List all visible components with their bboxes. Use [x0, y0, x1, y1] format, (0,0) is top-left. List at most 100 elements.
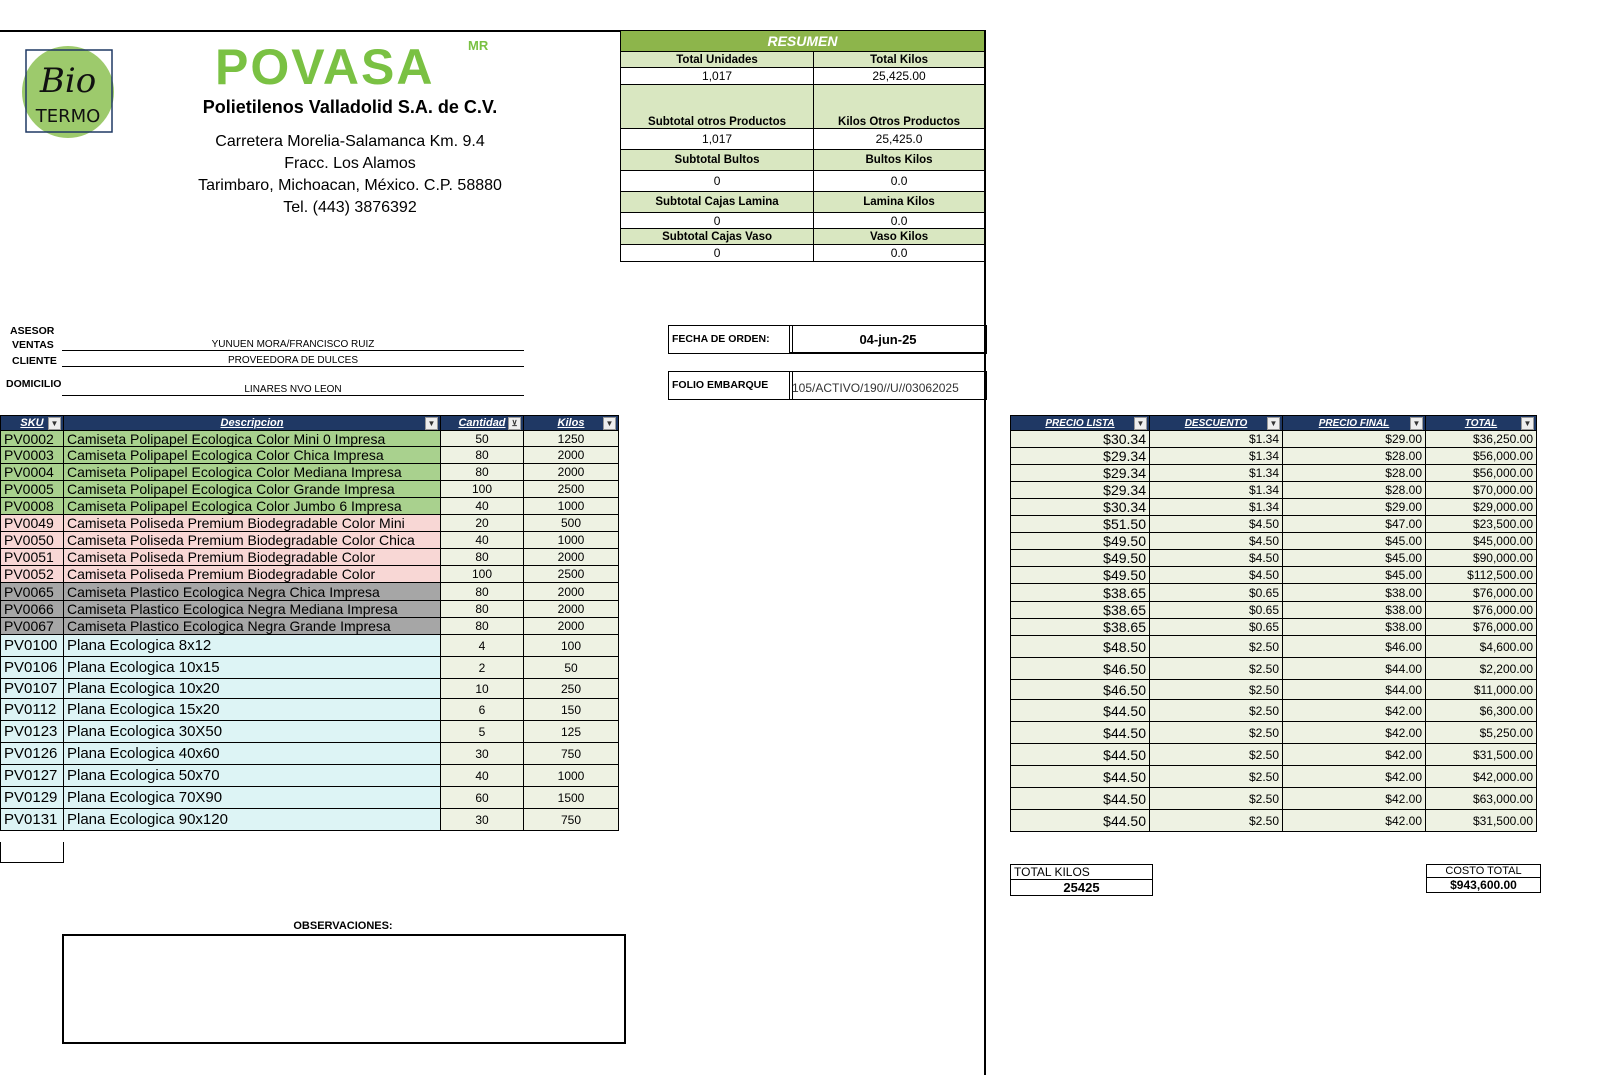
- description-cell[interactable]: Camiseta Poliseda Premium Biodegradable …: [63, 565, 441, 583]
- column-header-precio-lista[interactable]: PRECIO LISTA ▼: [1010, 415, 1150, 431]
- table-row[interactable]: $48.50 $2.50 $46.00 $4,600.00: [1010, 635, 1537, 658]
- cantidad-cell[interactable]: 40: [440, 531, 524, 549]
- total-cell[interactable]: $90,000.00: [1425, 549, 1537, 567]
- description-cell[interactable]: Plana Ecologica 10x15: [63, 656, 441, 679]
- kilos-cell[interactable]: 50: [523, 656, 619, 679]
- table-row[interactable]: PV0131 Plana Ecologica 90x120 30 750: [0, 808, 619, 831]
- total-cell[interactable]: $112,500.00: [1425, 566, 1537, 584]
- table-row[interactable]: $29.34 $1.34 $28.00 $56,000.00: [1010, 447, 1537, 465]
- total-cell[interactable]: $11,000.00: [1425, 679, 1537, 700]
- precio-lista-cell[interactable]: $44.50: [1010, 765, 1150, 788]
- descuento-cell[interactable]: $1.34: [1149, 430, 1283, 448]
- kilos-cell[interactable]: 2000: [523, 446, 619, 464]
- cantidad-cell[interactable]: 80: [440, 600, 524, 618]
- description-cell[interactable]: Plana Ecologica 40x60: [63, 742, 441, 765]
- domicilio-value[interactable]: LINARES NVO LEON: [62, 384, 524, 396]
- precio-final-cell[interactable]: $44.00: [1282, 657, 1426, 680]
- sku-cell[interactable]: PV0127: [0, 764, 64, 787]
- description-cell[interactable]: Camiseta Plastico Ecologica Negra Median…: [63, 600, 441, 618]
- descuento-cell[interactable]: $4.50: [1149, 549, 1283, 567]
- kilos-cell[interactable]: 500: [523, 514, 619, 532]
- cantidad-cell[interactable]: 40: [440, 497, 524, 515]
- table-row[interactable]: $44.50 $2.50 $42.00 $63,000.00: [1010, 787, 1537, 810]
- sku-cell[interactable]: PV0005: [0, 480, 64, 498]
- precio-lista-cell[interactable]: $38.65: [1010, 618, 1150, 636]
- kilos-cell[interactable]: 1500: [523, 786, 619, 809]
- cantidad-cell[interactable]: 40: [440, 764, 524, 787]
- precio-lista-cell[interactable]: $46.50: [1010, 657, 1150, 680]
- descuento-cell[interactable]: $2.50: [1149, 635, 1283, 658]
- description-cell[interactable]: Camiseta Poliseda Premium Biodegradable …: [63, 531, 441, 549]
- table-row[interactable]: $29.34 $1.34 $28.00 $70,000.00: [1010, 481, 1537, 499]
- kilos-cell[interactable]: 2000: [523, 548, 619, 566]
- precio-lista-cell[interactable]: $44.50: [1010, 743, 1150, 766]
- precio-final-cell[interactable]: $42.00: [1282, 721, 1426, 744]
- total-cell[interactable]: $36,250.00: [1425, 430, 1537, 448]
- cantidad-cell[interactable]: 30: [440, 808, 524, 831]
- table-row[interactable]: PV0127 Plana Ecologica 50x70 40 1000: [0, 764, 619, 787]
- precio-lista-cell[interactable]: $29.34: [1010, 481, 1150, 499]
- total-cell[interactable]: $2,200.00: [1425, 657, 1537, 680]
- cantidad-cell[interactable]: 30: [440, 742, 524, 765]
- descuento-cell[interactable]: $4.50: [1149, 515, 1283, 533]
- precio-lista-cell[interactable]: $44.50: [1010, 809, 1150, 832]
- sku-cell[interactable]: PV0106: [0, 656, 64, 679]
- kilos-cell[interactable]: 1000: [523, 764, 619, 787]
- table-row[interactable]: PV0112 Plana Ecologica 15x20 6 150: [0, 698, 619, 721]
- filter-dropdown-icon[interactable]: ▼: [48, 417, 61, 430]
- total-cell[interactable]: $45,000.00: [1425, 532, 1537, 550]
- total-cell[interactable]: $31,500.00: [1425, 743, 1537, 766]
- column-header-kilos[interactable]: Kilos ▼: [523, 415, 619, 431]
- table-row[interactable]: PV0051 Camiseta Poliseda Premium Biodegra…: [0, 548, 619, 566]
- total-cell[interactable]: $23,500.00: [1425, 515, 1537, 533]
- table-row[interactable]: PV0067 Camiseta Plastico Ecologica Negra …: [0, 617, 619, 635]
- cantidad-cell[interactable]: 100: [440, 480, 524, 498]
- filter-active-icon[interactable]: ⊻: [508, 417, 521, 430]
- total-cell[interactable]: $56,000.00: [1425, 464, 1537, 482]
- kilos-cell[interactable]: 100: [523, 634, 619, 657]
- table-row[interactable]: $49.50 $4.50 $45.00 $90,000.00: [1010, 549, 1537, 567]
- precio-lista-cell[interactable]: $29.34: [1010, 464, 1150, 482]
- description-cell[interactable]: Plana Ecologica 90x120: [63, 808, 441, 831]
- sku-cell[interactable]: PV0002: [0, 430, 64, 447]
- kilos-cell[interactable]: 1000: [523, 531, 619, 549]
- precio-final-cell[interactable]: $28.00: [1282, 464, 1426, 482]
- table-row[interactable]: $29.34 $1.34 $28.00 $56,000.00: [1010, 464, 1537, 482]
- sku-cell[interactable]: PV0066: [0, 600, 64, 618]
- sku-cell[interactable]: PV0049: [0, 514, 64, 532]
- filter-dropdown-icon[interactable]: ▼: [1410, 417, 1423, 430]
- sku-cell[interactable]: PV0100: [0, 634, 64, 657]
- precio-final-cell[interactable]: $42.00: [1282, 809, 1426, 832]
- descuento-cell[interactable]: $2.50: [1149, 809, 1283, 832]
- descuento-cell[interactable]: $1.34: [1149, 498, 1283, 516]
- descuento-cell[interactable]: $2.50: [1149, 679, 1283, 700]
- ventas-value[interactable]: YUNUEN MORA/FRANCISCO RUIZ: [62, 339, 524, 351]
- empty-cell[interactable]: [0, 842, 64, 863]
- descuento-cell[interactable]: $2.50: [1149, 787, 1283, 810]
- precio-lista-cell[interactable]: $29.34: [1010, 447, 1150, 465]
- table-row[interactable]: $49.50 $4.50 $45.00 $45,000.00: [1010, 532, 1537, 550]
- sku-cell[interactable]: PV0067: [0, 617, 64, 635]
- kilos-cell[interactable]: 125: [523, 720, 619, 743]
- precio-final-cell[interactable]: $29.00: [1282, 430, 1426, 448]
- descuento-cell[interactable]: $2.50: [1149, 657, 1283, 680]
- sku-cell[interactable]: PV0112: [0, 698, 64, 721]
- cantidad-cell[interactable]: 4: [440, 634, 524, 657]
- kilos-cell[interactable]: 2500: [523, 565, 619, 583]
- kilos-cell[interactable]: 750: [523, 808, 619, 831]
- precio-lista-cell[interactable]: $44.50: [1010, 699, 1150, 722]
- precio-final-cell[interactable]: $42.00: [1282, 743, 1426, 766]
- observaciones-field[interactable]: [62, 934, 626, 1044]
- table-row[interactable]: $38.65 $0.65 $38.00 $76,000.00: [1010, 601, 1537, 619]
- cantidad-cell[interactable]: 80: [440, 617, 524, 635]
- kilos-cell[interactable]: 150: [523, 698, 619, 721]
- column-header-descuento[interactable]: DESCUENTO ▼: [1149, 415, 1283, 431]
- column-header-total[interactable]: TOTAL ▼: [1425, 415, 1537, 431]
- table-row[interactable]: PV0129 Plana Ecologica 70X90 60 1500: [0, 786, 619, 809]
- precio-lista-cell[interactable]: $49.50: [1010, 532, 1150, 550]
- precio-final-cell[interactable]: $46.00: [1282, 635, 1426, 658]
- sku-cell[interactable]: PV0131: [0, 808, 64, 831]
- fecha-value[interactable]: 04-jun-25: [789, 325, 987, 354]
- table-row[interactable]: $51.50 $4.50 $47.00 $23,500.00: [1010, 515, 1537, 533]
- description-cell[interactable]: Camiseta Polipapel Ecologica Color Media…: [63, 463, 441, 481]
